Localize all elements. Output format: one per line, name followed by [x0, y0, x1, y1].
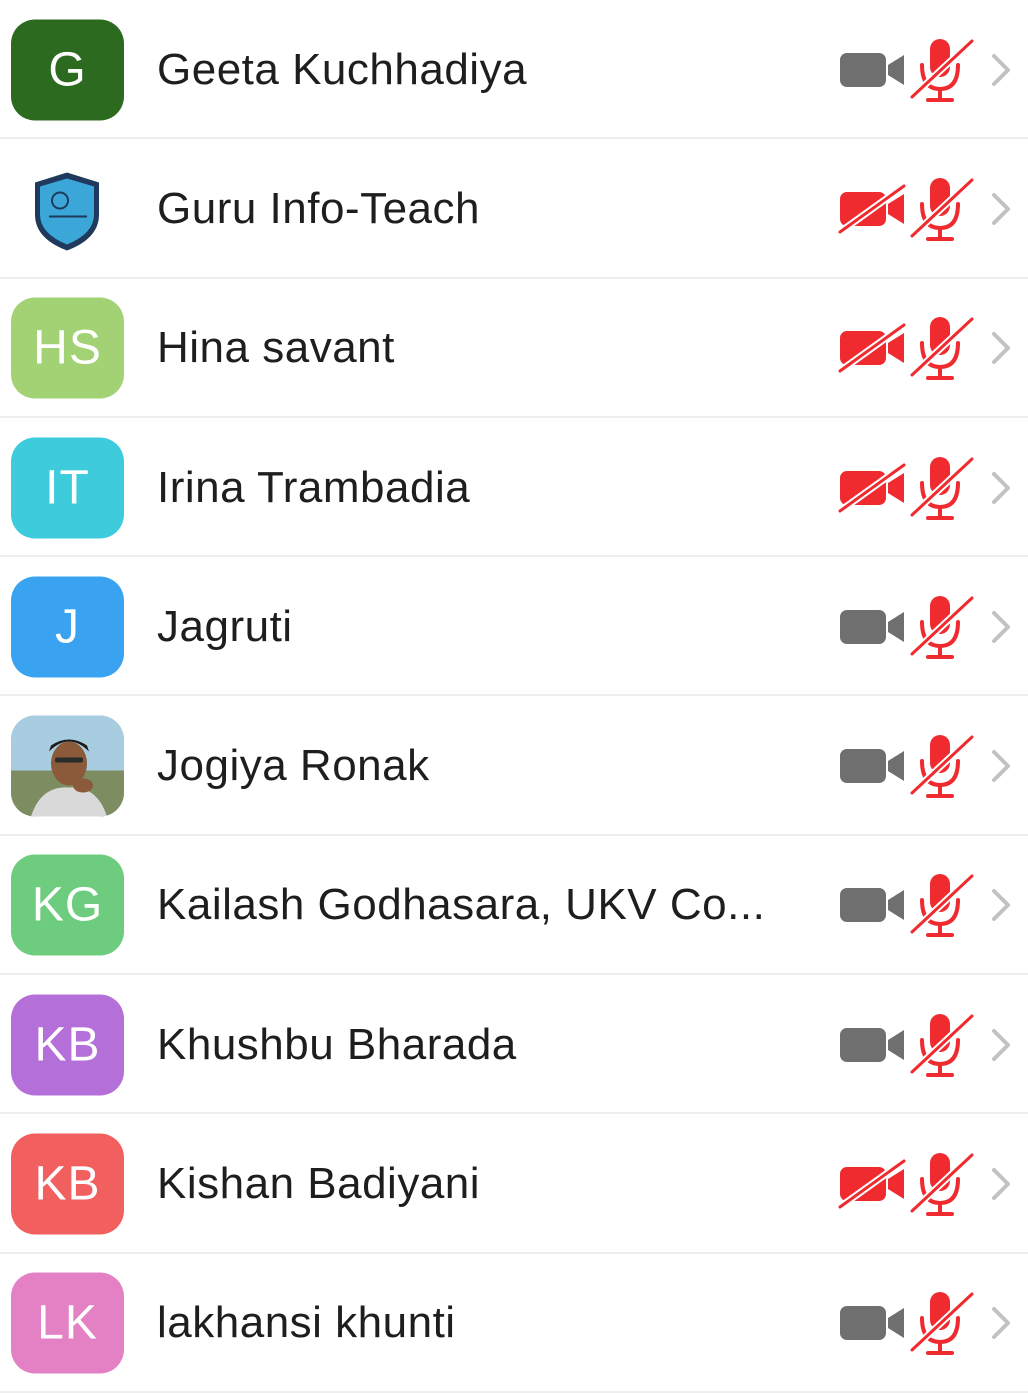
participant-row[interactable]: KB Kishan Badiyani	[0, 1114, 1028, 1254]
video-off-icon	[836, 182, 908, 236]
mic-muted-icon	[908, 1290, 976, 1356]
participant-name: Kailash Godhasara, UKV Co...	[157, 880, 766, 930]
avatar-initials: LK	[37, 1296, 98, 1350]
mic-muted-icon	[908, 37, 976, 103]
participant-row[interactable]: G Geeta Kuchhadiya	[0, 0, 1028, 140]
avatar: KB	[11, 994, 124, 1096]
video-on-icon	[838, 45, 908, 95]
avatar-initials: KG	[31, 878, 104, 932]
participant-name: lakhansi khunti	[157, 1298, 456, 1348]
avatar-initials: KB	[34, 1018, 101, 1072]
participant-name: Kishan Badiyani	[157, 1159, 481, 1209]
video-off-icon	[836, 321, 908, 375]
participant-row[interactable]: HS Hina savant	[0, 279, 1028, 419]
chevron-right-icon[interactable]	[990, 1166, 1012, 1202]
participant-row[interactable]: J Jagruti	[0, 557, 1028, 697]
participant-row[interactable]: LK lakhansi khunti	[0, 1254, 1028, 1393]
avatar: HS	[11, 297, 124, 399]
participant-row[interactable]: IT Irina Trambadia	[0, 418, 1028, 558]
chevron-right-icon[interactable]	[990, 470, 1012, 506]
participant-name: Jogiya Ronak	[157, 741, 430, 791]
participant-row[interactable]: Guru Info-Teach	[0, 139, 1028, 279]
chevron-right-icon[interactable]	[990, 1027, 1012, 1063]
mic-muted-icon	[908, 455, 976, 521]
video-on-icon	[838, 602, 908, 652]
avatar	[11, 715, 124, 817]
mic-muted-icon	[908, 594, 976, 660]
chevron-right-icon[interactable]	[990, 330, 1012, 366]
participant-name: Geeta Kuchhadiya	[157, 44, 528, 94]
chevron-right-icon[interactable]	[990, 887, 1012, 923]
participant-name: Khushbu Bharada	[157, 1019, 517, 1069]
mic-muted-icon	[908, 1151, 976, 1217]
participant-name: Irina Trambadia	[157, 462, 471, 512]
chevron-right-icon[interactable]	[990, 52, 1012, 88]
chevron-right-icon[interactable]	[990, 191, 1012, 227]
avatar-initials: HS	[33, 321, 102, 375]
video-on-icon	[838, 741, 908, 791]
mic-muted-icon	[908, 872, 976, 938]
video-on-icon	[838, 880, 908, 930]
video-off-icon	[836, 1157, 908, 1211]
avatar: IT	[11, 437, 124, 539]
chevron-right-icon[interactable]	[990, 609, 1012, 645]
participants-list: G Geeta Kuchhadiya Guru Info-Teach HS Hina…	[0, 0, 1028, 1393]
mic-muted-icon	[908, 733, 976, 799]
avatar: KG	[11, 854, 124, 956]
participant-name: Jagruti	[157, 601, 293, 651]
avatar-initials: KB	[34, 1157, 101, 1211]
avatar: G	[11, 19, 124, 121]
chevron-right-icon[interactable]	[990, 748, 1012, 784]
video-on-icon	[838, 1020, 908, 1070]
avatar	[11, 158, 124, 260]
avatar: J	[11, 576, 124, 678]
participant-row[interactable]: KG Kailash Godhasara, UKV Co...	[0, 836, 1028, 976]
participant-name: Guru Info-Teach	[157, 183, 480, 233]
chevron-right-icon[interactable]	[990, 1305, 1012, 1341]
avatar-initials: G	[48, 43, 87, 97]
participant-name: Hina savant	[157, 323, 395, 373]
mic-muted-icon	[908, 1012, 976, 1078]
mic-muted-icon	[908, 315, 976, 381]
avatar: LK	[11, 1272, 124, 1374]
video-off-icon	[836, 461, 908, 515]
participant-row[interactable]: KB Khushbu Bharada	[0, 975, 1028, 1115]
video-on-icon	[838, 1298, 908, 1348]
avatar-initials: J	[55, 600, 80, 654]
avatar-initials: IT	[45, 461, 90, 515]
mic-muted-icon	[908, 176, 976, 242]
participant-row[interactable]: Jogiya Ronak	[0, 696, 1028, 837]
avatar: KB	[11, 1133, 124, 1235]
